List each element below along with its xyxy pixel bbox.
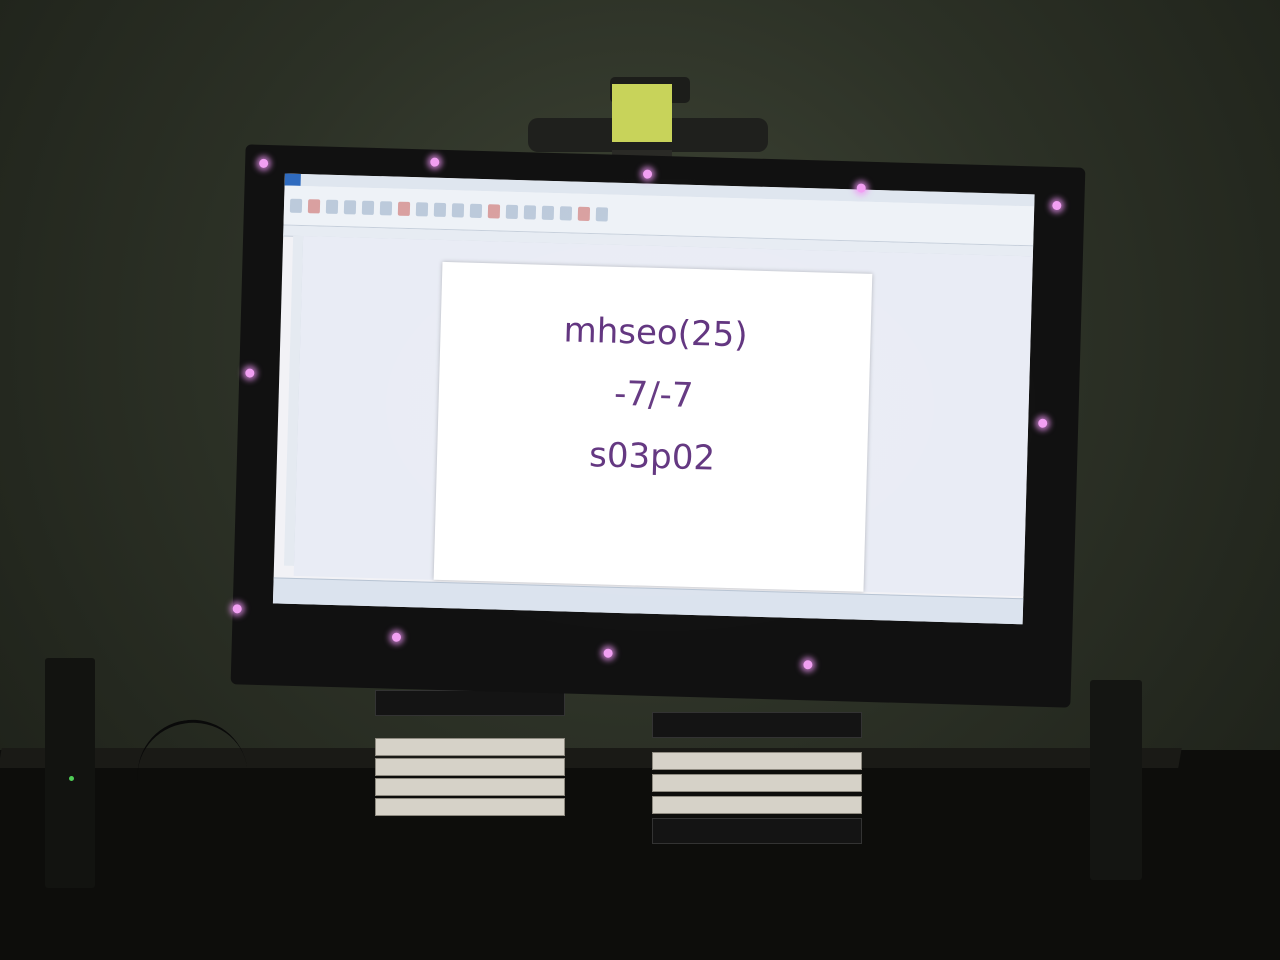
tab[interactable]	[349, 175, 365, 187]
cable	[130, 712, 250, 801]
book	[375, 690, 565, 716]
marker-icon	[642, 169, 653, 179]
toolbar-button[interactable]	[451, 202, 465, 217]
toolbar-button[interactable]	[361, 200, 375, 215]
left-speaker	[45, 658, 95, 888]
marker-icon	[1052, 200, 1062, 211]
book	[652, 796, 862, 814]
toolbar-button[interactable]	[577, 206, 591, 221]
power-led-icon	[69, 776, 74, 781]
book-stack-right	[652, 712, 862, 847]
marker-icon	[259, 158, 269, 169]
toolbar-button[interactable]	[307, 198, 321, 213]
toolbar-button[interactable]	[469, 203, 483, 218]
monitor-screen: mhseo(25) -7/-7 s03p02	[272, 173, 1035, 625]
tab-file[interactable]	[284, 173, 301, 186]
book	[652, 818, 862, 844]
book	[652, 774, 862, 792]
toolbar-button[interactable]	[379, 200, 393, 215]
monitor: mhseo(25) -7/-7 s03p02	[230, 144, 1086, 708]
toolbar-button[interactable]	[541, 205, 555, 220]
toolbar-button[interactable]	[325, 199, 339, 214]
toolbar-button[interactable]	[343, 199, 357, 214]
marker-icon	[391, 632, 402, 642]
tab[interactable]	[301, 174, 317, 186]
marker-icon	[1038, 418, 1048, 428]
marker-icon	[232, 604, 242, 614]
toolbar-button[interactable]	[487, 203, 501, 219]
book	[652, 752, 862, 770]
sticky-note	[612, 84, 672, 142]
toolbar-button[interactable]	[415, 201, 429, 216]
tab[interactable]	[397, 177, 413, 189]
toolbar-button[interactable]	[505, 204, 519, 219]
toolbar-button[interactable]	[559, 205, 573, 221]
tab[interactable]	[365, 176, 381, 188]
tab[interactable]	[317, 174, 333, 186]
marker-icon	[430, 157, 440, 167]
book	[375, 738, 565, 756]
marker-icon	[603, 648, 613, 658]
marker-icon	[245, 368, 255, 378]
book	[375, 798, 565, 816]
right-speaker	[1090, 680, 1142, 880]
toolbar-button[interactable]	[289, 198, 303, 213]
marker-icon	[803, 660, 813, 670]
document-line-2: -7/-7	[613, 373, 695, 416]
document-line-3: s03p02	[588, 435, 716, 479]
document-page[interactable]: mhseo(25) -7/-7 s03p02	[433, 261, 873, 592]
tab[interactable]	[381, 176, 397, 188]
toolbar-button[interactable]	[595, 206, 609, 222]
book	[375, 778, 565, 796]
book-stack-left	[375, 690, 565, 825]
document-line-1: mhseo(25)	[563, 310, 749, 356]
toolbar-button[interactable]	[523, 204, 537, 220]
toolbar-button[interactable]	[433, 202, 447, 217]
book	[652, 712, 862, 738]
book	[375, 758, 565, 776]
toolbar-button[interactable]	[397, 201, 411, 216]
tab[interactable]	[333, 175, 349, 187]
